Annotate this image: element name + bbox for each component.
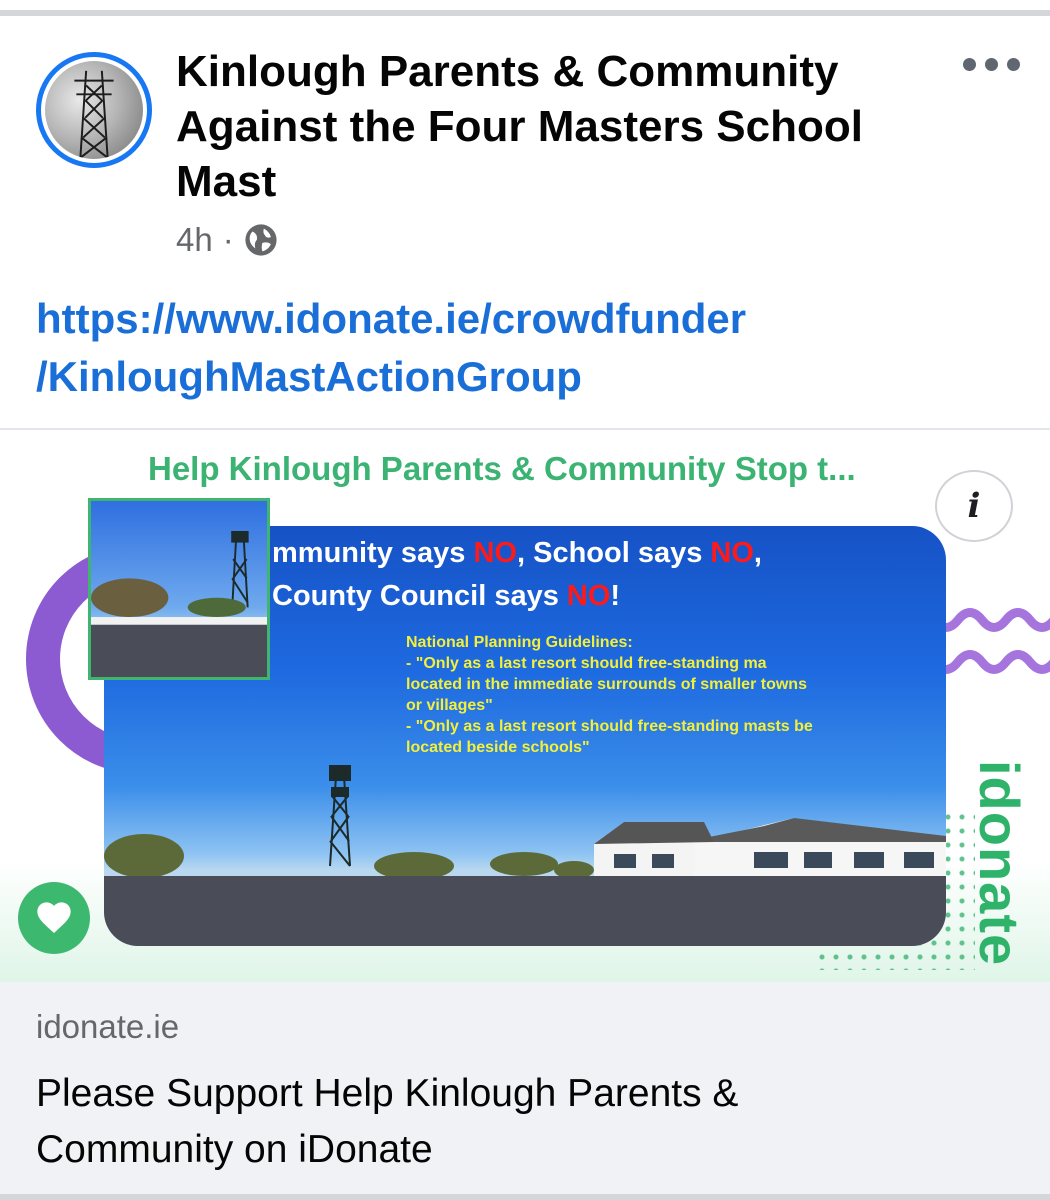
headline-text: , School says bbox=[516, 537, 711, 569]
headline-text: , bbox=[753, 537, 762, 569]
headline-text: mmunity says bbox=[272, 537, 474, 569]
headline-text: County Council says bbox=[272, 580, 567, 612]
guideline-line: located beside schools" bbox=[406, 739, 590, 756]
guideline-line: - "Only as a last resort should free-sta… bbox=[406, 655, 767, 672]
page-avatar[interactable] bbox=[36, 52, 152, 168]
top-divider bbox=[0, 10, 1050, 16]
post-link[interactable]: https://www.idonate.ie/crowdfunder /Kinl… bbox=[36, 290, 1036, 406]
guideline-line: located in the immediate surrounds of sm… bbox=[406, 676, 807, 693]
idonate-logo: idonate bbox=[968, 760, 1031, 967]
post-link-line2: /KinloughMastActionGroup bbox=[36, 353, 582, 400]
more-options-icon[interactable] bbox=[963, 58, 1020, 71]
headline-no: NO bbox=[473, 537, 517, 569]
guideline-line: - "Only as a last resort should free-sta… bbox=[406, 718, 813, 735]
link-preview-image[interactable]: Help Kinlough Parents & Community Stop t… bbox=[0, 430, 1050, 982]
headline-text: ! bbox=[610, 580, 621, 612]
poster-headline: mmunity says NO, School says NO, County … bbox=[272, 532, 762, 618]
mast-icon bbox=[74, 70, 114, 159]
heart-icon bbox=[37, 902, 71, 933]
heart-donate-button[interactable] bbox=[18, 882, 90, 954]
info-button[interactable]: i bbox=[935, 470, 1013, 542]
link-caption[interactable]: idonate.ie Please Support Help Kinlough … bbox=[0, 982, 1050, 1200]
planning-guidelines: National Planning Guidelines: - "Only as… bbox=[406, 632, 936, 758]
yard-ground bbox=[104, 876, 946, 946]
headline-no: NO bbox=[710, 537, 754, 569]
inset-mast-photo bbox=[88, 498, 270, 680]
post-time[interactable]: 4h bbox=[176, 221, 213, 259]
post-link-line1: https://www.idonate.ie/crowdfunder bbox=[36, 295, 747, 342]
link-domain: idonate.ie bbox=[36, 1008, 180, 1045]
mast-photo bbox=[45, 61, 143, 159]
guideline-line: or villages" bbox=[406, 697, 493, 714]
post-meta: 4h · bbox=[176, 220, 278, 260]
bottom-divider bbox=[0, 1194, 1050, 1200]
headline-no: NO bbox=[566, 580, 611, 612]
meta-separator: · bbox=[222, 221, 234, 258]
guideline-line: National Planning Guidelines: bbox=[406, 634, 633, 651]
globe-icon bbox=[245, 224, 277, 256]
page-name[interactable]: Kinlough Parents & Community Against the… bbox=[176, 44, 916, 209]
preview-title: Help Kinlough Parents & Community Stop t… bbox=[148, 450, 856, 487]
inset-scene bbox=[91, 530, 267, 677]
link-title: Please Support Help Kinlough Parents & C… bbox=[36, 1072, 739, 1171]
